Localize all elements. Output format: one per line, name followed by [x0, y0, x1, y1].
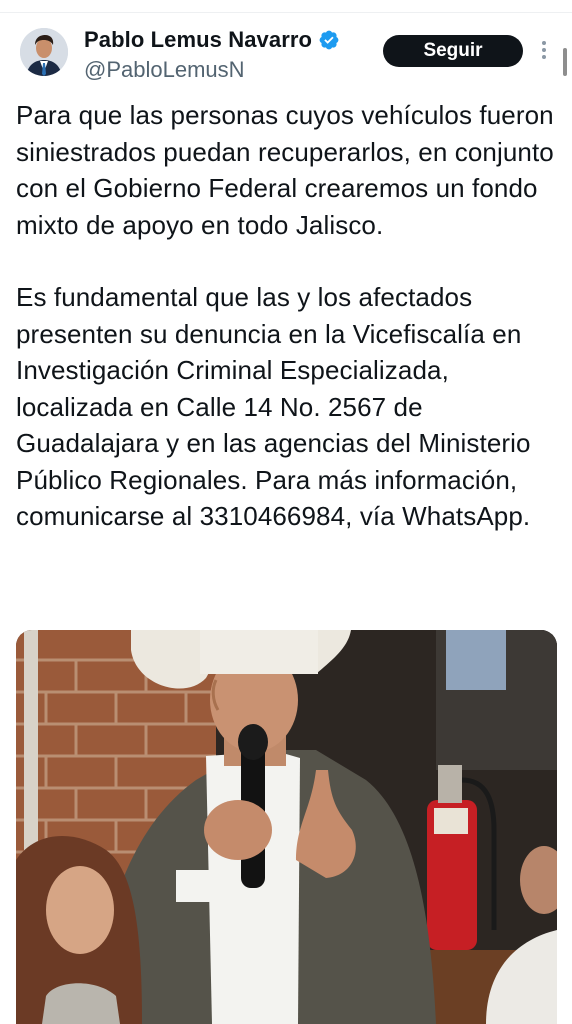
verified-badge-icon [319, 30, 339, 50]
tweet-media-photo[interactable] [16, 630, 557, 1024]
top-edge [0, 0, 572, 13]
tweet-text: Para que las personas cuyos vehículos fu… [16, 97, 561, 535]
photo-image [16, 630, 557, 1024]
scrollbar[interactable] [563, 48, 567, 76]
author-name-row: Pablo Lemus Navarro [84, 27, 340, 53]
avatar[interactable] [20, 28, 68, 76]
more-vertical-icon[interactable] [538, 38, 550, 64]
avatar-image [20, 28, 68, 76]
tweet-paragraph: Es fundamental que las y los afectados p… [16, 282, 531, 531]
follow-button[interactable]: Seguir [383, 35, 523, 67]
author-name[interactable]: Pablo Lemus Navarro [84, 27, 312, 53]
tweet-paragraph: Para que las personas cuyos vehículos fu… [16, 100, 554, 240]
author-handle[interactable]: @PabloLemusN [84, 57, 245, 83]
